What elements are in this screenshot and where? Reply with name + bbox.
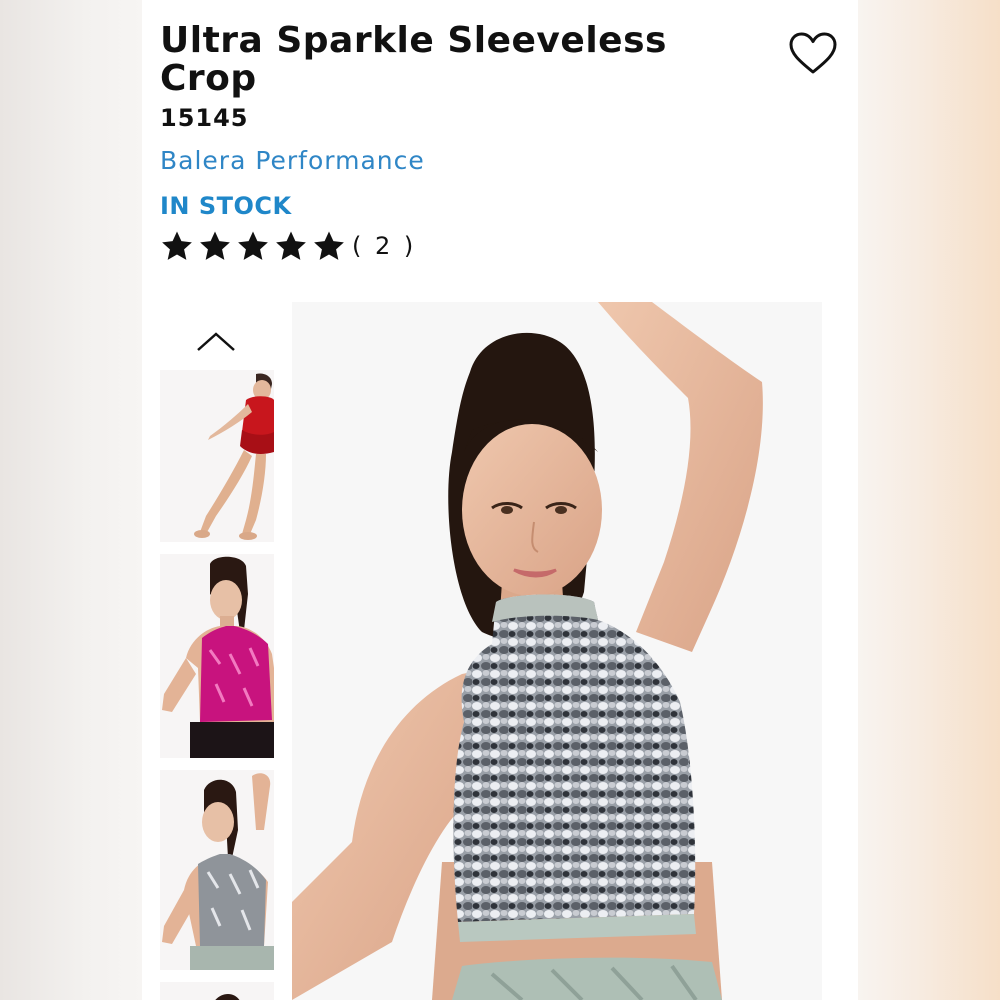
star-filled-icon	[276, 231, 306, 260]
chevron-up-icon	[197, 332, 235, 351]
star-filled-icon	[314, 231, 344, 260]
star-filled-icon	[162, 231, 192, 260]
product-photo	[292, 302, 822, 1000]
star-filled-icon	[238, 231, 268, 260]
thumbnail-partial[interactable]	[160, 982, 274, 1000]
background-right	[858, 0, 1000, 1000]
thumbnail-silver[interactable]	[160, 770, 274, 970]
thumbnail-fuchsia[interactable]	[160, 554, 274, 758]
brand-link[interactable]: Balera Performance	[160, 146, 425, 175]
star-filled-icon	[200, 231, 230, 260]
favorite-button[interactable]	[788, 30, 838, 78]
background-left	[0, 0, 142, 1000]
gallery-prev-button[interactable]	[194, 326, 238, 356]
heart-outline-icon	[789, 32, 837, 74]
product-sku: 15145	[160, 104, 249, 132]
thumbnail-image	[160, 770, 274, 970]
thumbnail-image	[160, 982, 274, 1000]
main-product-image[interactable]	[292, 302, 822, 1000]
product-rating[interactable]: ( 2 )	[160, 228, 416, 264]
thumbnail-image	[160, 554, 274, 758]
product-card: Ultra Sparkle Sleeveless Crop 15145 Bale…	[142, 0, 858, 1000]
rating-stars	[160, 229, 350, 263]
product-title: Ultra Sparkle Sleeveless Crop	[160, 20, 667, 99]
review-count[interactable]: ( 2 )	[352, 232, 416, 260]
thumbnail-image	[160, 370, 274, 542]
thumbnail-red[interactable]	[160, 370, 274, 542]
stock-status: IN STOCK	[160, 192, 292, 220]
